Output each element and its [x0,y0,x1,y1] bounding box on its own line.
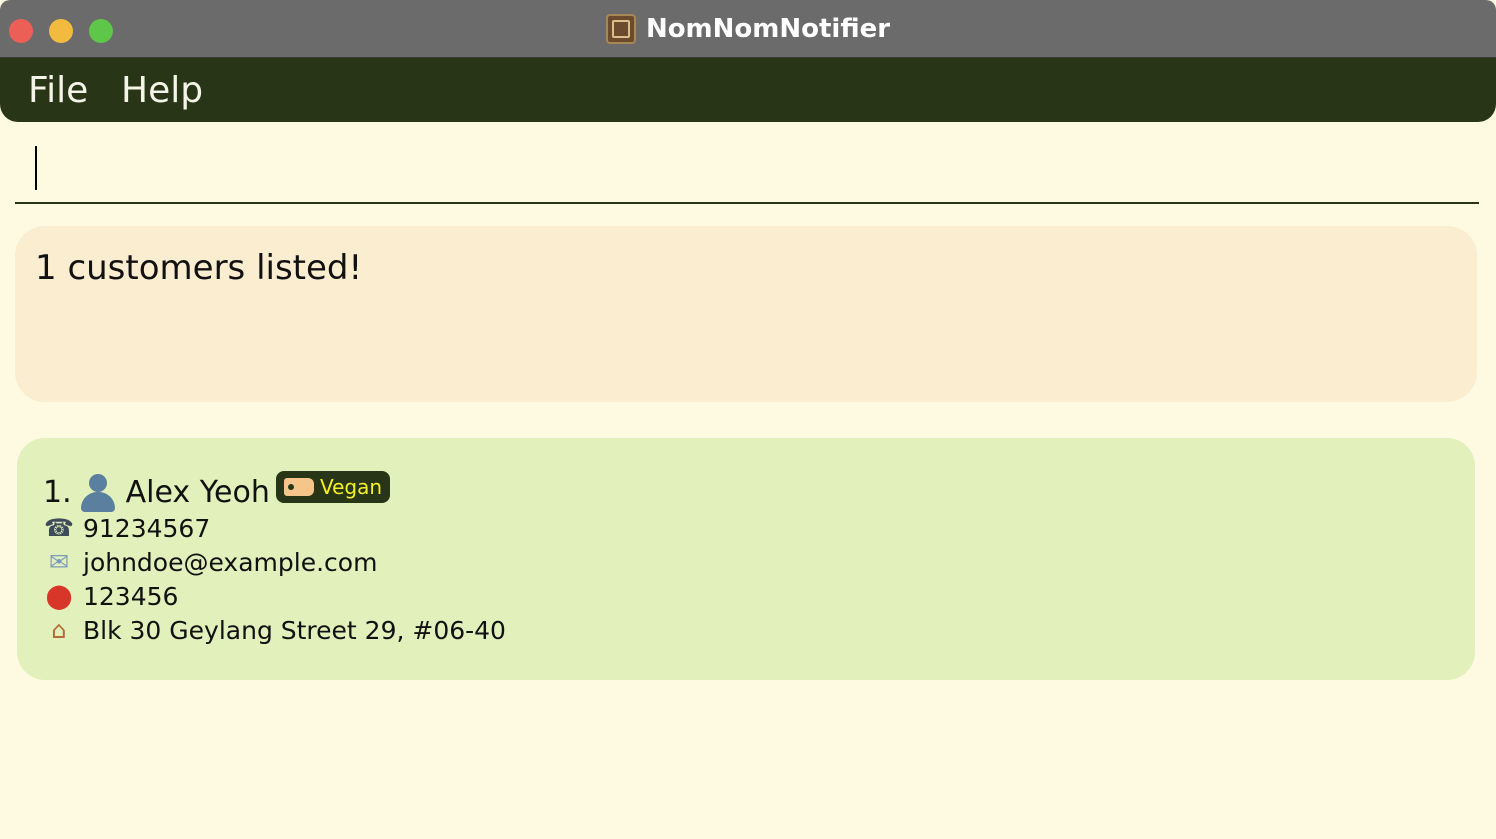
customer-phone: 91234567 [83,513,211,543]
tag-icon [284,478,314,496]
menu-bar: File Help [0,58,1496,122]
result-message: 1 customers listed! [35,248,363,288]
command-input[interactable] [33,146,1463,192]
customer-list-panel: 1. Alex Yeoh Vegan ☎ 91234567 ✉ johndoe@… [17,438,1475,680]
window-title: NomNomNotifier [645,14,891,44]
menu-file[interactable]: File [28,70,88,111]
email-icon: ✉ [48,548,70,576]
menu-help[interactable]: Help [121,70,203,111]
app-logo-icon [605,14,636,44]
result-display: 1 customers listed! [15,226,1477,402]
customer-card-header[interactable]: 1. Alex Yeoh [43,472,270,512]
window-title-wrap: NomNomNotifier [0,12,1496,46]
customer-postal-code: 123456 [83,581,179,611]
customer-index: 1. [43,474,72,510]
customer-email-row: ✉ johndoe@example.com [43,546,377,578]
text-caret [35,146,37,190]
pin-icon: ⬤ [45,582,73,610]
customer-address-row: ⌂ Blk 30 Geylang Street 29, #06-40 [43,614,506,646]
person-icon [78,472,118,512]
customer-email: johndoe@example.com [83,547,378,577]
customer-phone-row: ☎ 91234567 [43,512,210,544]
title-bar: NomNomNotifier [0,0,1496,58]
command-box [15,136,1479,204]
house-icon: ⌂ [51,616,67,644]
phone-icon: ☎ [44,514,74,542]
tag-label: Vegan [320,475,383,499]
customer-address: Blk 30 Geylang Street 29, #06-40 [83,615,506,645]
customer-postal-row: ⬤ 123456 [43,580,179,612]
customer-name: Alex Yeoh [125,474,270,510]
tag-badge: Vegan [276,471,391,503]
